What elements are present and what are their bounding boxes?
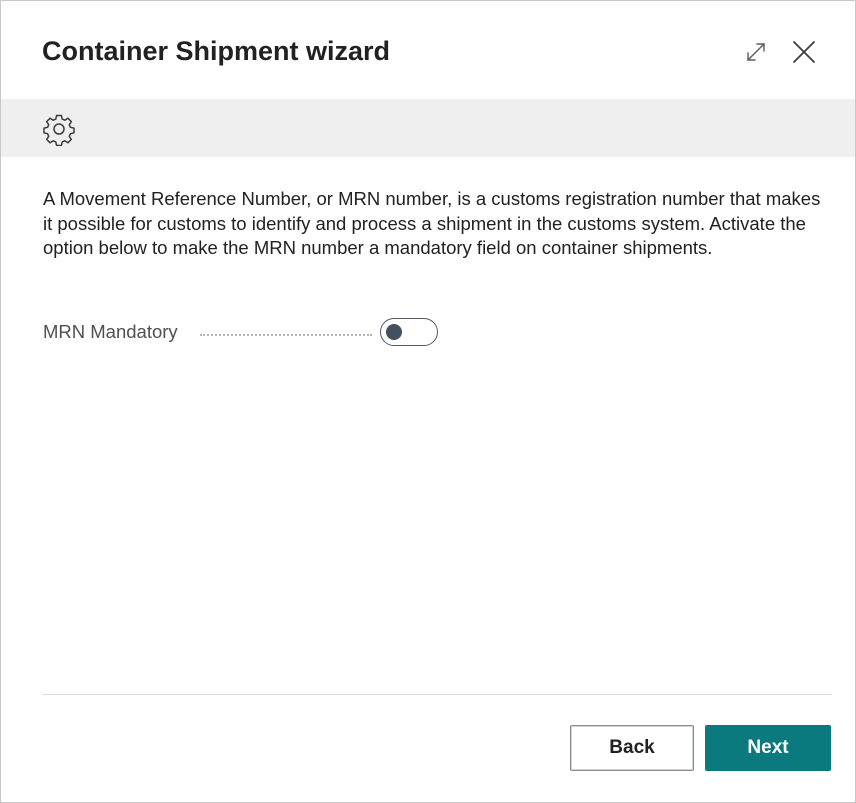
expand-icon — [747, 43, 765, 61]
close-button[interactable] — [787, 35, 821, 69]
field-leader-dots — [200, 334, 372, 336]
back-button[interactable]: Back — [570, 725, 694, 771]
next-button[interactable]: Next — [705, 725, 831, 771]
mrn-mandatory-toggle[interactable] — [380, 318, 438, 346]
dialog-title: Container Shipment wizard — [42, 36, 391, 66]
toggle-knob — [386, 324, 402, 340]
action-toolbar — [1, 99, 855, 157]
close-icon — [793, 41, 815, 63]
settings-button[interactable] — [41, 111, 77, 147]
footer-divider — [42, 694, 832, 695]
mrn-mandatory-label: MRN Mandatory — [43, 321, 178, 342]
gear-icon — [43, 114, 75, 146]
container-shipment-wizard-dialog: Container Shipment wizard A Movement Ref… — [0, 0, 856, 803]
expand-button[interactable] — [739, 35, 773, 69]
dialog-header: Container Shipment wizard — [1, 1, 855, 99]
mrn-mandatory-field: MRN Mandatory — [43, 317, 463, 349]
wizard-description: A Movement Reference Number, or MRN numb… — [43, 188, 821, 258]
